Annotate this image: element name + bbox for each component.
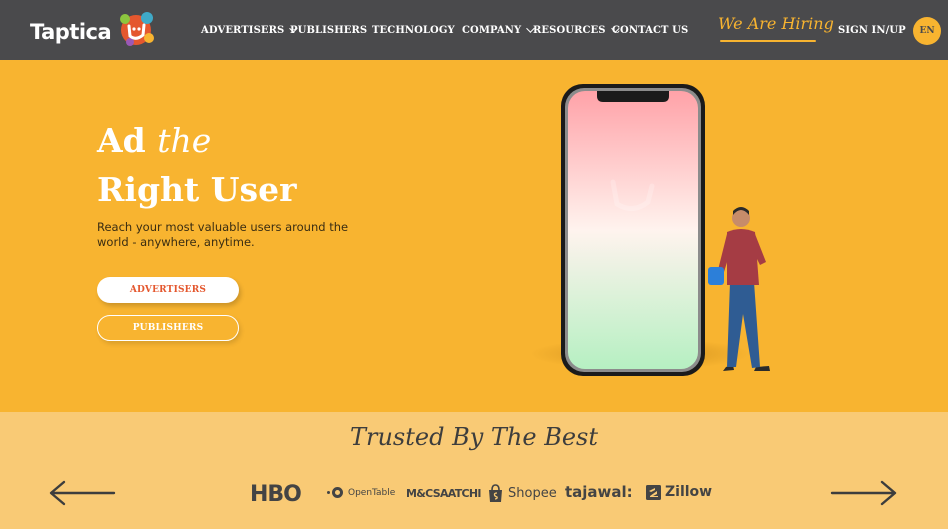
hero-title-line2: Right User [97,170,297,209]
brand-hbo-label: HBO [250,482,302,507]
brand-zillow-label: Zillow [665,484,713,500]
language-selector[interactable]: EN [913,17,941,45]
nav-company-label: COMPANY [462,24,522,36]
zillow-house-icon [646,484,661,500]
trusted-section: Trusted By The Best HBO OpenTable M&CSAA… [0,412,948,529]
nav-resources[interactable]: RESOURCES [533,0,620,60]
taptica-logo[interactable]: Taptica [28,8,160,52]
arrow-right-icon[interactable] [830,479,898,507]
brand-mcsaatchi: M&CSAATCHI [406,487,481,500]
hero-subtitle: Reach your most valuable users around th… [97,220,349,249]
shopee-bag-icon [489,484,502,502]
brand-tajawal: tajawal: [565,483,633,501]
taptica-logo-icon [120,12,154,46]
nav-publishers-label: PUBLISHERS [290,24,368,36]
site-header: Taptica ADVERTISERS PUBLISHERS TECHNOLOG… [0,0,948,60]
brand-zillow: Zillow [646,484,712,500]
hero-title-italic: the [157,121,212,160]
opentable-dot-icon [327,491,330,494]
brand-shopee: Shopee [487,484,557,503]
brand-hbo: HBO [250,482,302,507]
brand-mcsaatchi-label: M&CSAATCHI [406,487,481,500]
advertisers-button[interactable]: ADVERTISERS [97,277,239,303]
hiring-underline [720,40,816,42]
publishers-button[interactable]: PUBLISHERS [97,315,239,341]
brand-shopee-label: Shopee [508,486,557,501]
nav-advertisers-label: ADVERTISERS [201,24,285,36]
phone-screen [568,91,698,369]
brand-opentable: OpenTable [327,487,395,498]
sign-in-label: SIGN IN/UP [838,24,906,36]
brand-opentable-label: OpenTable [348,487,396,498]
sign-in-link[interactable]: SIGN IN/UP [838,0,906,60]
logo-text: Taptica [30,20,112,44]
hero-section: Ad the Right User Reach your most valuab… [0,60,948,412]
opentable-circle-icon [332,487,343,498]
nav-technology-label: TECHNOLOGY [372,24,455,36]
nav-advertisers[interactable]: ADVERTISERS [201,0,299,60]
hero-title: Ad the Right User [97,116,297,214]
nav-contact-label: CONTACT US [612,24,689,36]
nav-resources-label: RESOURCES [533,24,606,36]
nav-technology[interactable]: TECHNOLOGY [372,0,455,60]
nav-company[interactable]: COMPANY [462,0,535,60]
arrow-left-icon[interactable] [48,479,116,507]
nav-contact-us[interactable]: CONTACT US [612,0,688,60]
blue-bucket [708,267,724,285]
brand-tajawal-label: tajawal: [565,483,633,501]
nav-publishers[interactable]: PUBLISHERS [290,0,367,60]
hero-phone-illustration [530,84,770,376]
hero-title-bold: Ad [97,121,146,160]
trusted-title: Trusted By The Best [349,423,598,451]
